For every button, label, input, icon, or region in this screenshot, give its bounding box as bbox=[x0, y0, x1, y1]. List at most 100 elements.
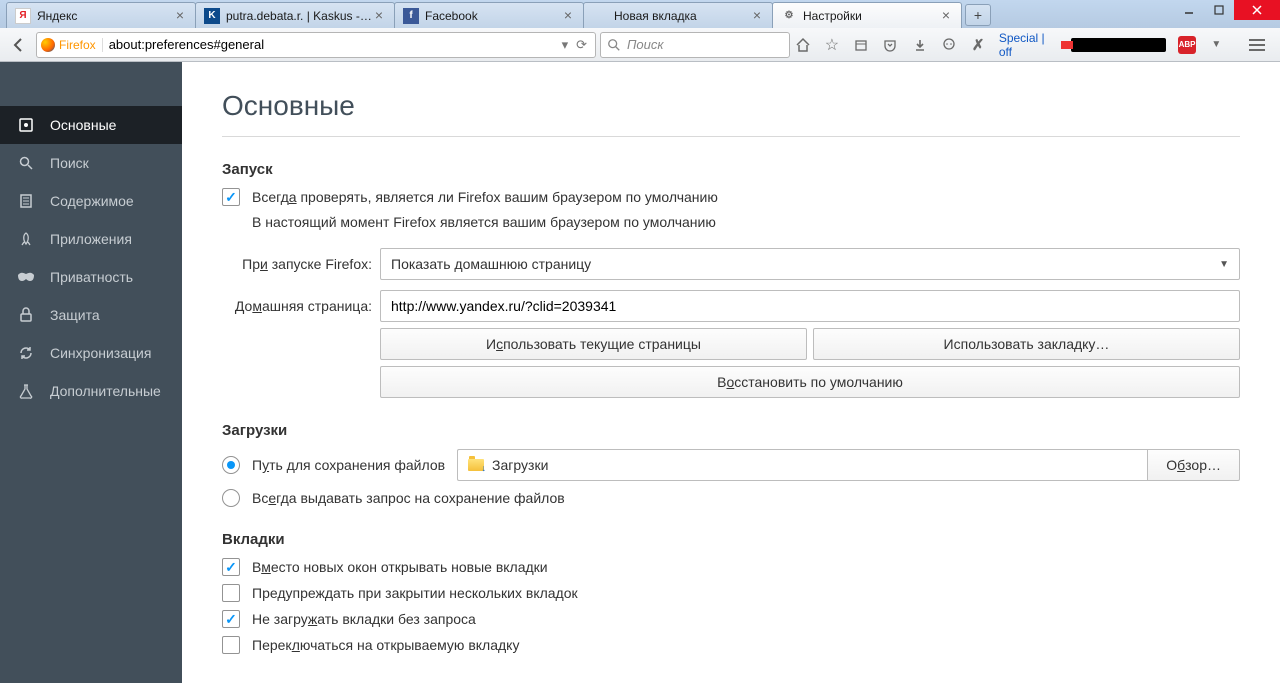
tab-kaskus[interactable]: K putra.debata.r. | Kaskus - ... × bbox=[195, 2, 395, 28]
radio-save-to[interactable] bbox=[222, 456, 240, 474]
checkbox-label: Всегда проверять, является ли Firefox ва… bbox=[252, 189, 718, 205]
section-startup: Запуск Всегда проверять, является ли Fir… bbox=[222, 161, 1240, 398]
back-button[interactable] bbox=[6, 32, 32, 58]
lock-icon bbox=[16, 305, 36, 325]
search-icon bbox=[16, 153, 36, 173]
noscript-icon[interactable]: ✗ bbox=[970, 36, 987, 54]
redacted-area bbox=[1071, 38, 1167, 52]
restore-row: Восстановить по умолчанию bbox=[380, 366, 1240, 398]
chevron-down-icon: ▼ bbox=[1219, 259, 1229, 270]
mask-icon bbox=[16, 267, 36, 287]
pocket-icon[interactable] bbox=[882, 38, 899, 52]
identity-box[interactable]: Firefox bbox=[41, 38, 103, 52]
checkbox-warn-close[interactable] bbox=[222, 584, 240, 602]
checkbox-label: Предупреждать при закрытии нескольких вк… bbox=[252, 585, 578, 601]
url-input[interactable] bbox=[109, 37, 558, 52]
chat-icon[interactable] bbox=[940, 38, 957, 52]
library-icon[interactable] bbox=[853, 38, 870, 52]
tab-label: Яндекс bbox=[37, 9, 173, 23]
sidebar-item-privacy[interactable]: Приватность bbox=[0, 258, 182, 296]
sidebar-item-label: Дополнительные bbox=[50, 383, 161, 399]
section-heading: Запуск bbox=[222, 161, 1240, 178]
maximize-button[interactable] bbox=[1204, 0, 1234, 20]
firefox-icon bbox=[41, 38, 55, 52]
abp-icon[interactable]: ABP bbox=[1178, 36, 1195, 54]
home-icon[interactable] bbox=[794, 37, 811, 53]
new-tab-button[interactable]: + bbox=[965, 4, 991, 26]
sidebar-item-applications[interactable]: Приложения bbox=[0, 220, 182, 258]
tab-facebook[interactable]: f Facebook × bbox=[394, 2, 584, 28]
sidebar-item-label: Содержимое bbox=[50, 193, 134, 209]
page-title: Основные bbox=[222, 90, 1240, 122]
download-path-box[interactable]: Загрузки bbox=[457, 449, 1147, 481]
url-bar[interactable]: Firefox ▾ ⟳ bbox=[36, 32, 596, 58]
close-icon[interactable]: × bbox=[750, 9, 764, 23]
tab-label: putra.debata.r. | Kaskus - ... bbox=[226, 9, 372, 23]
radio-label: Всегда выдавать запрос на сохранение фай… bbox=[252, 490, 565, 506]
sidebar-item-general[interactable]: Основные bbox=[0, 106, 182, 144]
dropdown-arrow-icon[interactable]: ▾ bbox=[558, 37, 573, 53]
use-current-button[interactable]: Использовать текущие страницы bbox=[380, 328, 807, 360]
close-icon[interactable]: × bbox=[939, 9, 953, 23]
kaskus-icon: K bbox=[204, 8, 220, 24]
browse-button[interactable]: Обзор… bbox=[1147, 449, 1240, 481]
checkbox-label: Не загружать вкладки без запроса bbox=[252, 611, 476, 627]
section-heading: Загрузки bbox=[222, 422, 1240, 439]
on-start-label: При запуске Firefox: bbox=[222, 256, 372, 272]
content-area: Основные Поиск Содержимое Приложения При… bbox=[0, 62, 1280, 683]
radio-always-ask[interactable] bbox=[222, 489, 240, 507]
row-save-to: Путь для сохранения файлов Загрузки Обзо… bbox=[222, 449, 1240, 481]
flask-icon bbox=[16, 381, 36, 401]
general-icon bbox=[16, 115, 36, 135]
tab-strip: Я Яндекс × K putra.debata.r. | Kaskus - … bbox=[6, 2, 991, 28]
downloads-icon[interactable] bbox=[911, 38, 928, 52]
checkbox-always-check[interactable] bbox=[222, 188, 240, 206]
sidebar-item-advanced[interactable]: Дополнительные bbox=[0, 372, 182, 410]
firefox-label: Firefox bbox=[59, 38, 96, 52]
close-icon[interactable]: × bbox=[372, 9, 386, 23]
tab-yandex[interactable]: Я Яндекс × bbox=[6, 2, 196, 28]
tab-label: Новая вкладка bbox=[614, 9, 750, 23]
sidebar-item-security[interactable]: Защита bbox=[0, 296, 182, 334]
use-bookmark-button[interactable]: Использовать закладку… bbox=[813, 328, 1240, 360]
on-start-select[interactable]: Показать домашнюю страницу ▼ bbox=[380, 248, 1240, 280]
preferences-sidebar: Основные Поиск Содержимое Приложения При… bbox=[0, 62, 182, 683]
close-window-button[interactable] bbox=[1234, 0, 1280, 20]
search-placeholder: Поиск bbox=[627, 37, 664, 52]
checkbox-dont-load[interactable] bbox=[222, 610, 240, 628]
section-downloads: Загрузки Путь для сохранения файлов Загр… bbox=[222, 422, 1240, 507]
search-bar[interactable]: Поиск bbox=[600, 32, 790, 58]
checkbox-switch-to[interactable] bbox=[222, 636, 240, 654]
sidebar-item-content[interactable]: Содержимое bbox=[0, 182, 182, 220]
sidebar-item-search[interactable]: Поиск bbox=[0, 144, 182, 182]
close-icon[interactable]: × bbox=[173, 9, 187, 23]
tab-newtab[interactable]: Новая вкладка × bbox=[583, 2, 773, 28]
blank-icon bbox=[592, 8, 608, 24]
special-status[interactable]: Special | off bbox=[999, 31, 1059, 59]
chevron-down-icon[interactable]: ▼ bbox=[1208, 39, 1225, 50]
startup-grid: При запуске Firefox: Показать домашнюю с… bbox=[222, 248, 1240, 322]
close-icon[interactable]: × bbox=[561, 9, 575, 23]
sidebar-item-sync[interactable]: Синхронизация bbox=[0, 334, 182, 372]
homepage-buttons: Использовать текущие страницы Использова… bbox=[380, 328, 1240, 360]
titlebar: Я Яндекс × K putra.debata.r. | Kaskus - … bbox=[0, 0, 1280, 28]
sync-icon bbox=[16, 343, 36, 363]
hamburger-menu[interactable] bbox=[1247, 39, 1268, 51]
tab-settings[interactable]: ⚙ Настройки × bbox=[772, 2, 962, 28]
toolbar-items: ☆ ✗ Special | off ABP ▼ bbox=[794, 31, 1274, 59]
yandex-icon: Я bbox=[15, 8, 31, 24]
sidebar-item-label: Приложения bbox=[50, 231, 132, 247]
content-icon bbox=[16, 191, 36, 211]
reload-icon[interactable]: ⟳ bbox=[572, 37, 591, 53]
checkbox-label: Вместо новых окон открывать новые вкладк… bbox=[252, 559, 548, 575]
select-value: Показать домашнюю страницу bbox=[391, 256, 591, 272]
bookmark-star-icon[interactable]: ☆ bbox=[823, 35, 840, 55]
sidebar-item-label: Основные bbox=[50, 117, 116, 133]
path-text: Загрузки bbox=[492, 457, 548, 473]
minimize-button[interactable] bbox=[1174, 0, 1204, 20]
restore-default-button[interactable]: Восстановить по умолчанию bbox=[380, 366, 1240, 398]
checkbox-open-tabs[interactable] bbox=[222, 558, 240, 576]
homepage-input[interactable] bbox=[380, 290, 1240, 322]
sidebar-item-label: Защита bbox=[50, 307, 100, 323]
nav-toolbar: Firefox ▾ ⟳ Поиск ☆ ✗ Special | off ABP … bbox=[0, 28, 1280, 62]
